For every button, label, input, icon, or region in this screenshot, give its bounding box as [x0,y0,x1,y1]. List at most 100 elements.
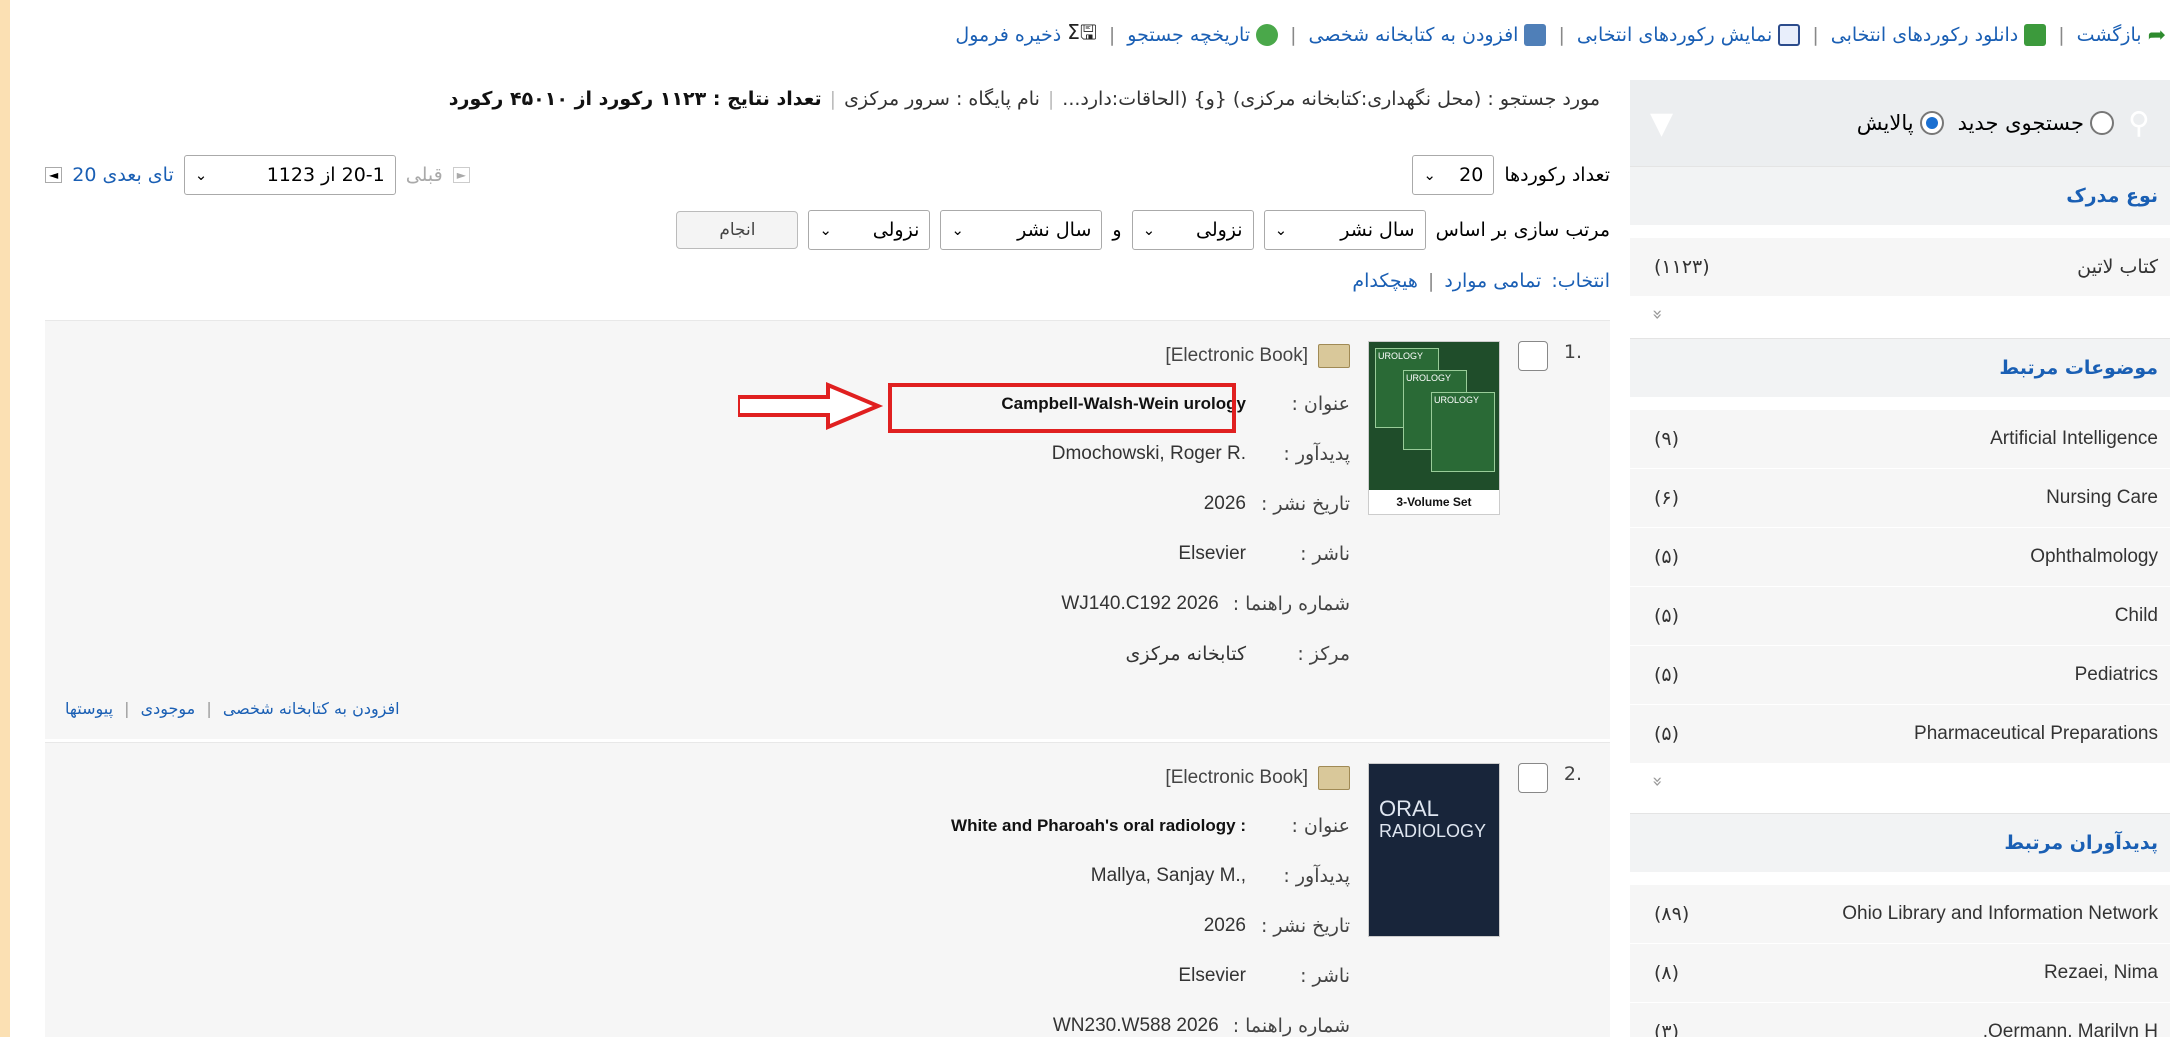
result-count: تعداد نتایج : ۱۱۲۳ رکورد از ۴۵۰۱۰ رکورد [448,88,822,110]
publisher-row: ناشر : Elsevier [1178,543,1350,565]
order1-select[interactable]: نزولی ⌄ [1131,210,1254,250]
select-row: انتخاب: تمامی موارد | هیچکدام [1352,270,1610,292]
facet-item[interactable]: Child (۵) [1630,586,2170,645]
result-number: 2. [1563,763,1582,785]
chevron-down-icon: ⌄ [1142,221,1156,239]
date-row: تاریخ نشر :2026 [1203,915,1350,937]
history-icon [1256,24,1279,46]
highlight-arrow-icon [738,381,884,431]
show-more-icon[interactable]: » [1630,296,2170,332]
cover-label: ORAL RADIOLOGY [1379,796,1487,842]
author-row: پدیدآور : Dmochowski, Roger R. [1051,443,1350,465]
select-all-link[interactable]: تمامی موارد [1444,270,1541,292]
divider: | [1558,24,1565,46]
book-icon [1318,766,1350,790]
result-item: 2. ORAL RADIOLOGY [Electronic Book] عنوا… [45,742,1610,1037]
book-cover-image[interactable]: ORAL RADIOLOGY [1368,763,1500,937]
holdings-link[interactable]: موجودی [141,699,196,718]
result-title-link[interactable]: White and Pharoah's oral radiology : [951,816,1246,836]
show-selected-link[interactable]: نمایش رکوردهای انتخابی [1577,24,1801,46]
attachments-link[interactable]: پیوستها [65,699,113,718]
chevron-down-icon: ⌄ [1274,221,1288,239]
facet-item[interactable]: Oermann, Marilyn H. (۳) [1630,1002,2170,1037]
toolbar: ➦ بازگشت | دانلود رکوردهای انتخابی | نما… [955,18,2166,52]
facet-item[interactable]: Pediatrics (۵) [1630,645,2170,704]
cover-caption: 3-Volume Set [1369,490,1499,514]
page-select[interactable]: 20-1 از 1123 ⌄ [183,155,396,195]
book-cover-image[interactable]: UROLOGY UROLOGY UROLOGY 3-Volume Set [1368,341,1500,515]
facet-item[interactable]: Rezaei, Nima (۸) [1630,943,2170,1002]
facet-item[interactable]: Artificial Intelligence (۹) [1630,409,2170,468]
refine-radio[interactable]: پالایش [1857,111,1944,135]
sort-controls: مرتب سازی بر اساس سال نشر ⌄ نزولی ⌄ و سال … [676,210,1610,250]
next-page-link[interactable]: 20 تای بعدی [72,164,174,186]
publisher-row: ناشر : Elsevier [1178,965,1350,987]
apply-button[interactable]: انجام [676,211,799,249]
sidebar: ⚲ جستجوی جدید پالایش ▼ نوع مدرک کتاب لات… [1630,80,2170,1037]
query-db: نام پایگاه : سرور مرکزی [844,88,1040,110]
show-more-icon[interactable]: » [1630,763,2170,799]
back-link[interactable]: ➦ بازگشت [2077,23,2166,48]
search-icon[interactable]: ⚲ [2128,106,2150,141]
records-select[interactable]: 20 ⌄ [1412,155,1495,195]
result-checkbox[interactable] [1518,341,1548,371]
date-row: تاریخ نشر :2026 [1203,493,1350,515]
item-type: [Electronic Book] [1001,339,1350,373]
result-actions: افزودن به کتابخانه شخصی | موجودی | پیوست… [65,699,400,718]
save-formula-icon: 🖫Σ [1067,20,1097,44]
filter-icon[interactable]: ▼ [1650,106,1673,141]
facet-item[interactable]: کتاب لاتین (۱۱۲۳) [1630,237,2170,296]
facet-doc-type-title: نوع مدرک [1630,166,2170,225]
facet-item[interactable]: Ophthalmology (۵) [1630,527,2170,586]
callno-row: شماره راهنما : WJ140.C192 2026 [1061,593,1350,615]
facet-subjects-title: موضوعات مرتبط [1630,338,2170,397]
highlight-box [888,383,1236,433]
cover-label: UROLOGY [1431,392,1495,472]
result-number: 1. [1563,341,1582,363]
sort2-select[interactable]: سال نشر ⌄ [940,210,1103,250]
result-checkbox[interactable] [1518,763,1548,793]
divider: | [1290,24,1297,46]
chevron-down-icon: ⌄ [194,166,208,184]
facet-item[interactable]: Pharmaceutical Preparations (۵) [1630,704,2170,763]
add-library-icon [1524,24,1547,46]
query-summary: مورد جستجو : (محل نگهداری:کتابخانه مرکزی… [448,88,1600,110]
search-history-link[interactable]: تاریخچه جستجو [1127,24,1279,46]
divider: | [1108,24,1116,46]
query-case: مورد جستجو : (محل نگهداری:کتابخانه مرکزی… [1062,88,1600,110]
facet-authors-title: پدیدآوران مرتبط [1630,813,2170,872]
facet-item[interactable]: Ohio Library and Information Network (۸۹) [1630,884,2170,943]
add-to-library-link[interactable]: افزودن به کتابخانه شخصی [1309,24,1547,46]
callno-row: شماره راهنما : WN230.W588 2026 [1052,1015,1350,1037]
radio-off [2090,111,2115,135]
author-row: پدیدآور : Mallya, Sanjay M., [1090,865,1350,887]
book-icon [1318,344,1350,368]
divider: | [1812,24,1819,46]
add-to-library-link[interactable]: افزودن به کتابخانه شخصی [223,699,400,718]
sort1-select[interactable]: سال نشر ⌄ [1263,210,1426,250]
prev-icon[interactable]: ► [452,167,470,183]
result-fields: [Electronic Book] عنوان : White and Phar… [951,761,1350,1037]
divider: | [2058,24,2065,46]
center-row: مرکز : کتابخانه مرکزی [1125,643,1351,665]
chevron-down-icon: ⌄ [951,221,964,239]
save-formula-link[interactable]: 🖫Σ ذخیره فرمول [955,18,1096,52]
prev-page-link[interactable]: قبلی [406,164,443,186]
sidebar-header: ⚲ جستجوی جدید پالایش ▼ [1630,80,2170,166]
chevron-down-icon: ⌄ [1423,166,1436,184]
back-arrow-icon: ➦ [2147,22,2166,48]
next-icon[interactable]: ◄ [45,167,63,183]
download-icon [2024,24,2047,46]
select-none-link[interactable]: هیچکدام [1352,270,1418,292]
new-search-radio[interactable]: جستجوی جدید [1958,111,2115,135]
page-frame: ➦ بازگشت | دانلود رکوردهای انتخابی | نما… [10,0,2170,1037]
records-per-page: تعداد رکوردها 20 ⌄ [1412,155,1610,195]
radio-on [1919,111,1944,135]
facet-item[interactable]: Nursing Care (۶) [1630,468,2170,527]
download-selected-link[interactable]: دانلود رکوردهای انتخابی [1831,24,2047,46]
title-row: عنوان : White and Pharoah's oral radiolo… [951,815,1350,837]
chevron-down-icon: ⌄ [819,221,832,239]
item-type: [Electronic Book] [951,761,1350,795]
results-area: تعداد رکوردها 20 ⌄ ◄ 20 تای بعدی 20-1 از … [45,140,1610,1037]
order2-select[interactable]: نزولی ⌄ [808,210,931,250]
